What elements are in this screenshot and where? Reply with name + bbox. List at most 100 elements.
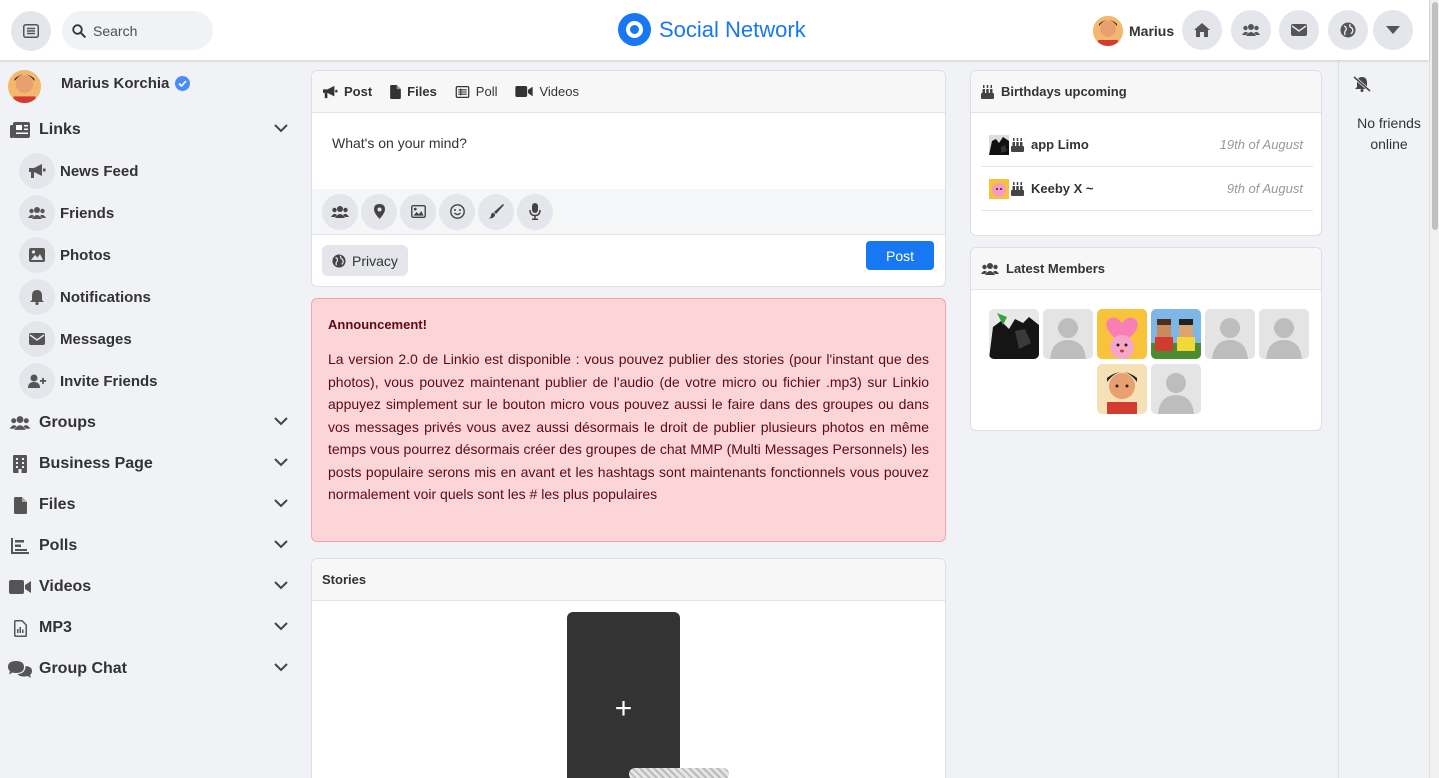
users-icon xyxy=(331,205,349,218)
avatar xyxy=(8,70,41,103)
section-links[interactable]: Links xyxy=(8,116,292,144)
post-text-input[interactable]: What's on your mind? xyxy=(312,113,945,189)
messages-button[interactable] xyxy=(1279,10,1319,50)
section-videos[interactable]: Videos xyxy=(8,573,292,601)
members-grid xyxy=(989,309,1314,359)
section-groups[interactable]: Groups xyxy=(8,409,292,437)
map-marker-icon xyxy=(373,204,385,219)
member-avatar[interactable] xyxy=(1097,364,1147,414)
section-files[interactable]: Files xyxy=(8,491,292,519)
chevron-down-icon xyxy=(274,417,288,426)
verified-icon xyxy=(175,76,191,91)
latest-members-card: Latest Members xyxy=(970,247,1322,431)
section-label: Polls xyxy=(39,537,78,554)
sidebar-toggle-button[interactable] xyxy=(11,11,51,51)
chevron-down-icon xyxy=(274,663,288,672)
envelope-icon xyxy=(29,333,45,345)
globe-icon xyxy=(332,253,346,268)
announcement-title: Announcement! xyxy=(328,317,427,332)
record-audio-button[interactable] xyxy=(517,193,553,230)
header-user[interactable]: Marius xyxy=(1093,16,1174,46)
chevron-down-icon xyxy=(274,499,288,508)
list-icon xyxy=(23,24,39,38)
video-camera-icon xyxy=(9,580,31,594)
page-scrollbar[interactable] xyxy=(1429,0,1439,778)
sidebar-item-notifications[interactable]: Notifications xyxy=(19,279,151,315)
bell-icon xyxy=(30,290,44,305)
list-item[interactable]: Keeby X ~ 9th of August xyxy=(981,167,1313,211)
chevron-down-icon xyxy=(274,458,288,467)
birthday-name: app Limo xyxy=(1031,137,1089,152)
sidebar-item-label: News Feed xyxy=(60,162,139,180)
friends-button[interactable] xyxy=(1231,10,1271,50)
list-icon xyxy=(455,85,470,98)
home-button[interactable] xyxy=(1182,10,1222,50)
section-group-chat[interactable]: Group Chat xyxy=(8,655,292,683)
account-menu-button[interactable] xyxy=(1373,10,1413,50)
add-story-button[interactable]: + xyxy=(567,612,680,778)
audio-file-icon xyxy=(13,619,27,637)
tab-label: Post xyxy=(344,84,373,99)
section-label: MP3 xyxy=(39,619,72,636)
sidebar-item-friends[interactable]: Friends xyxy=(19,195,114,231)
birthday-date: 9th of August xyxy=(1226,181,1303,196)
chevron-down-icon xyxy=(274,540,288,549)
newspaper-icon xyxy=(10,122,30,138)
online-friends-panel: No friends online xyxy=(1338,60,1429,778)
sidebar-item-label: Messages xyxy=(60,330,132,348)
section-mp3[interactable]: MP3 xyxy=(8,614,292,642)
member-avatar[interactable] xyxy=(1043,309,1093,359)
color-button[interactable] xyxy=(478,193,514,230)
post-composer: Post Files Poll Videos What's on your mi… xyxy=(311,70,946,287)
announcement-body: La version 2.0 de Linkio est disponible … xyxy=(328,351,929,502)
member-avatar[interactable] xyxy=(1097,309,1147,359)
add-photo-button[interactable] xyxy=(400,193,436,230)
composer-toolbar xyxy=(312,189,945,235)
tab-files[interactable]: Files xyxy=(390,84,437,99)
chevron-down-icon xyxy=(274,124,288,133)
chevron-down-icon xyxy=(274,581,288,590)
sidebar-item-messages[interactable]: Messages xyxy=(19,321,132,357)
tab-videos[interactable]: Videos xyxy=(515,84,579,99)
avatar xyxy=(1093,16,1123,46)
profile-link[interactable]: Marius Korchia xyxy=(8,70,191,103)
list-item[interactable]: app Limo 19th of August xyxy=(981,123,1313,167)
section-business-page[interactable]: Business Page xyxy=(8,450,292,478)
tag-friends-button[interactable] xyxy=(322,193,358,230)
section-label: Links xyxy=(39,121,81,138)
brand[interactable]: Social Network xyxy=(618,13,806,46)
scrollbar-thumb[interactable] xyxy=(1432,2,1438,230)
stories-scrollbar[interactable] xyxy=(629,768,729,778)
member-avatar[interactable] xyxy=(1259,309,1309,359)
tab-poll[interactable]: Poll xyxy=(455,84,497,99)
no-friends-online-text: No friends online xyxy=(1357,115,1421,152)
privacy-label: Privacy xyxy=(352,252,398,269)
location-button[interactable] xyxy=(361,193,397,230)
explore-button[interactable] xyxy=(1328,10,1368,50)
member-avatar[interactable] xyxy=(1151,309,1201,359)
tab-post[interactable]: Post xyxy=(322,84,372,99)
member-avatar[interactable] xyxy=(1205,309,1255,359)
chevron-down-icon xyxy=(274,622,288,631)
post-button[interactable]: Post xyxy=(866,241,934,270)
sidebar-item-label: Friends xyxy=(60,204,115,222)
composer-tabs: Post Files Poll Videos xyxy=(312,71,945,113)
paint-brush-icon xyxy=(488,204,504,219)
sidebar-item-news-feed[interactable]: News Feed xyxy=(19,153,138,189)
member-avatar[interactable] xyxy=(1151,364,1201,414)
privacy-selector[interactable]: Privacy xyxy=(322,245,408,276)
globe-icon xyxy=(1340,22,1356,38)
search-input[interactable] xyxy=(93,22,203,39)
feeling-button[interactable] xyxy=(439,193,475,230)
search-box[interactable] xyxy=(62,11,213,50)
member-avatar[interactable] xyxy=(989,309,1039,359)
section-label: Groups xyxy=(39,414,96,431)
section-polls[interactable]: Polls xyxy=(8,532,292,560)
sidebar-item-photos[interactable]: Photos xyxy=(19,237,111,273)
sidebar-item-invite-friends[interactable]: Invite Friends xyxy=(19,363,158,399)
stories-card: Stories + xyxy=(311,558,946,778)
image-icon xyxy=(410,205,426,218)
smile-icon xyxy=(449,204,465,219)
birthday-cake-icon xyxy=(1011,137,1024,152)
users-icon xyxy=(28,207,46,219)
